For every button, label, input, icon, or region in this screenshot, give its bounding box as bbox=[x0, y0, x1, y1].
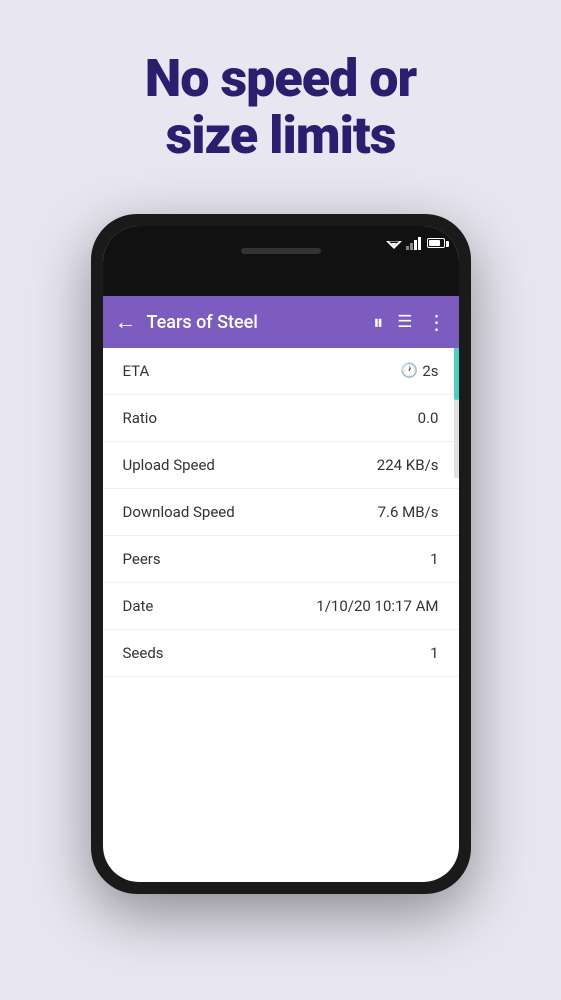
content-area: ETA 🕐2s Ratio 0.0 Upload Speed 224 KB/s bbox=[103, 348, 459, 677]
value-seeds: 1 bbox=[430, 644, 438, 662]
clock-icon: 🕐 bbox=[401, 363, 418, 379]
label-ratio: Ratio bbox=[123, 409, 158, 427]
value-peers: 1 bbox=[430, 550, 438, 568]
phone-speaker bbox=[241, 248, 321, 254]
label-date: Date bbox=[123, 597, 154, 615]
label-seeds: Seeds bbox=[123, 644, 164, 662]
headline-line2: size limits bbox=[166, 105, 396, 166]
value-eta: 🕐2s bbox=[401, 362, 439, 380]
wifi-icon bbox=[386, 237, 402, 249]
value-ratio: 0.0 bbox=[418, 409, 439, 427]
status-bar bbox=[386, 236, 445, 250]
app-bar: ← Tears of Steel ⏸ ☰ ⋮ bbox=[103, 296, 459, 348]
back-button[interactable]: ← bbox=[115, 309, 137, 335]
pause-button[interactable]: ⏸ bbox=[373, 310, 383, 334]
value-download-speed: 7.6 MB/s bbox=[378, 503, 439, 521]
value-upload-speed: 224 KB/s bbox=[377, 456, 439, 474]
signal-bars bbox=[406, 236, 421, 250]
phone-mockup: ← Tears of Steel ⏸ ☰ ⋮ ETA 🕐2s bbox=[91, 214, 471, 894]
progress-bar bbox=[454, 348, 459, 478]
row-peers: Peers 1 bbox=[103, 536, 459, 583]
app-bar-title: Tears of Steel bbox=[147, 312, 364, 333]
label-eta: ETA bbox=[123, 362, 150, 380]
phone-outer-shell: ← Tears of Steel ⏸ ☰ ⋮ ETA 🕐2s bbox=[91, 214, 471, 894]
row-eta: ETA 🕐2s bbox=[103, 348, 459, 395]
phone-top-bezel bbox=[103, 226, 459, 296]
list-button[interactable]: ☰ bbox=[397, 312, 412, 332]
row-date: Date 1/10/20 10:17 AM bbox=[103, 583, 459, 630]
row-seeds: Seeds 1 bbox=[103, 630, 459, 677]
phone-screen: ← Tears of Steel ⏸ ☰ ⋮ ETA 🕐2s bbox=[103, 226, 459, 882]
value-date: 1/10/20 10:17 AM bbox=[316, 597, 438, 615]
row-upload-speed: Upload Speed 224 KB/s bbox=[103, 442, 459, 489]
app-bar-actions: ⏸ ☰ ⋮ bbox=[373, 310, 446, 334]
headline-line1: No speed or bbox=[145, 48, 416, 109]
label-download-speed: Download Speed bbox=[123, 503, 235, 521]
row-ratio: Ratio 0.0 bbox=[103, 395, 459, 442]
progress-bar-fill bbox=[454, 348, 459, 400]
label-upload-speed: Upload Speed bbox=[123, 456, 215, 474]
battery-icon bbox=[427, 238, 445, 248]
headline: No speed or size limits bbox=[105, 50, 456, 164]
label-peers: Peers bbox=[123, 550, 161, 568]
more-button[interactable]: ⋮ bbox=[427, 310, 447, 334]
row-download-speed: Download Speed 7.6 MB/s bbox=[103, 489, 459, 536]
